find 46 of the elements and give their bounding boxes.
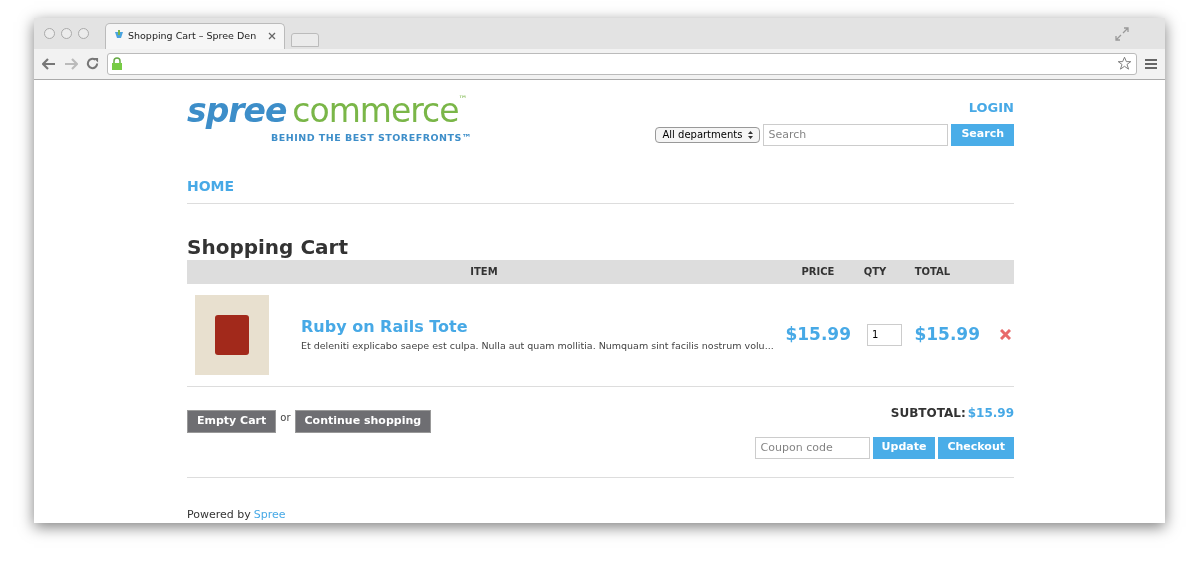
coupon-field[interactable]: Coupon code — [754, 436, 870, 459]
trademark: ™ — [458, 95, 468, 104]
column-header: ITEM — [469, 265, 499, 279]
or-text: or — [280, 410, 291, 425]
tab-title: Shopping Cart – Spree Den — [128, 29, 257, 44]
product-description: Et deleniti explicabo saepe est culpa. Nulla aut quam mollitia. Numquam sint facilis nostrum volu... — [301, 339, 773, 354]
star-icon[interactable] — [1117, 56, 1132, 72]
total-text: $15.99 — [913, 322, 980, 346]
window-control-icon[interactable] — [44, 28, 55, 39]
select-arrows-icon — [748, 130, 754, 139]
login-link[interactable]: LOGIN — [968, 98, 1014, 118]
subtotal-label: SUBTOTAL: — [890, 404, 966, 422]
product-link[interactable]: Ruby on Rails Tote — [301, 315, 773, 340]
search-button[interactable]: Search — [951, 123, 1014, 146]
column-header: QTY — [862, 265, 888, 279]
footer-text: Powered by — [187, 506, 251, 523]
fullscreen-icon[interactable] — [1115, 27, 1129, 41]
address-bar[interactable] — [107, 53, 1137, 75]
browser-tab[interactable]: Shopping Cart – Spree Den — [105, 23, 285, 49]
nav-link[interactable]: HOME — [187, 177, 235, 194]
department-select[interactable]: All departments — [655, 126, 761, 143]
empty-cart-button[interactable]: Empty Cart — [187, 409, 277, 433]
page-title: Shopping Cart — [187, 233, 349, 260]
update-button[interactable]: Update — [872, 436, 936, 459]
lock-icon — [112, 57, 122, 71]
footer-link[interactable]: Spree — [253, 506, 286, 523]
checkout-button[interactable]: Checkout — [938, 436, 1014, 459]
column-header: PRICE — [800, 265, 836, 279]
continue-shopping-button[interactable]: Continue shopping — [294, 409, 432, 433]
menu-icon[interactable] — [1145, 59, 1157, 69]
logo-tagline: BEHIND THE BEST STOREFRONTS™ — [271, 130, 472, 145]
reload-icon[interactable] — [86, 57, 99, 71]
logo-wordmark[interactable]: spree — [187, 92, 293, 130]
new-tab-button[interactable] — [291, 33, 319, 47]
column-header: TOTAL — [913, 265, 952, 279]
close-icon[interactable] — [268, 32, 276, 41]
back-arrow-icon[interactable] — [42, 58, 56, 70]
price-text: $15.99 — [784, 322, 851, 346]
forward-arrow-icon[interactable] — [64, 58, 78, 70]
logo-wordmark[interactable]: commerce — [292, 92, 459, 130]
subtotal-value: $15.99 — [967, 404, 1014, 422]
window-control-icon[interactable] — [61, 28, 72, 39]
remove-icon[interactable] — [1000, 329, 1011, 340]
quantity-field[interactable]: 1 — [867, 323, 902, 346]
window-control-icon[interactable] — [78, 28, 89, 39]
search-field[interactable]: Search — [763, 123, 949, 146]
